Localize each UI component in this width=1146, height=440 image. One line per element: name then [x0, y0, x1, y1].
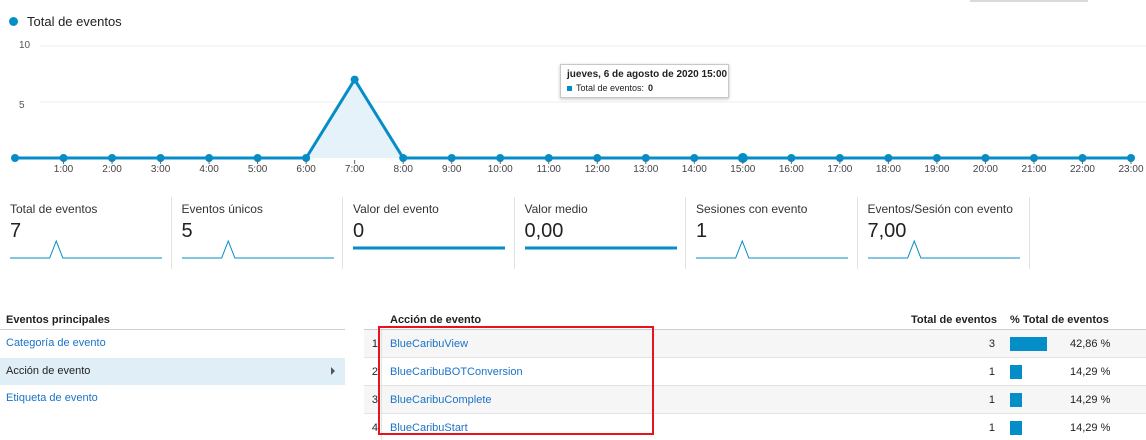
sparkline-path — [867, 239, 1020, 259]
dimension-item-action[interactable]: Acción de evento — [0, 357, 345, 385]
metric-label: Sesiones con evento — [696, 202, 808, 216]
metric-event-value[interactable]: Valor del evento 0 — [343, 197, 515, 269]
x-tick-label: 23:00 — [1118, 164, 1143, 175]
table-row: 2 BlueCaribuBOTConversion 1 14,29 % — [364, 358, 1146, 386]
x-tick-label: 17:00 — [827, 164, 852, 175]
sparkline-path — [10, 239, 162, 259]
x-tick-label: 5:00 — [248, 164, 268, 175]
metric-label: Valor del evento — [353, 202, 439, 216]
x-tick-label: 19:00 — [924, 164, 949, 175]
row-divider — [381, 414, 382, 440]
x-tick-label: 21:00 — [1021, 164, 1046, 175]
row-total: 3 — [988, 338, 995, 350]
row-action-link[interactable]: BlueCaribuBOTConversion — [390, 366, 523, 378]
dimension-item-label: Categoría de evento — [6, 337, 106, 349]
row-divider — [381, 358, 382, 385]
row-action-link[interactable]: BlueCaribuView — [390, 338, 468, 350]
tooltip-title: jueves, 6 de agosto de 2020 15:00 — [567, 69, 728, 80]
metric-unique-events[interactable]: Eventos únicos 5 — [172, 197, 343, 269]
column-header-pct[interactable]: % Total de eventos — [1010, 314, 1109, 326]
sparkline-path — [181, 239, 334, 259]
x-tick-label: 1:00 — [54, 164, 74, 175]
row-divider — [381, 386, 382, 413]
tooltip-row: Total de eventos: 0 — [567, 83, 722, 93]
x-tick-label: 12:00 — [585, 164, 610, 175]
x-tick-label: 18:00 — [876, 164, 901, 175]
row-total: 1 — [988, 394, 995, 406]
x-tick-label: 11:00 — [537, 164, 562, 175]
row-pct: 14,29 % — [1070, 422, 1111, 434]
row-divider — [381, 330, 382, 357]
dimension-item-label: Etiqueta de evento — [6, 392, 98, 404]
metric-sparkline — [867, 239, 1020, 259]
x-tick-label: 7:00 — [345, 164, 365, 175]
x-tick-label: 14:00 — [682, 164, 707, 175]
metric-sparkline — [10, 239, 162, 259]
data-point — [11, 154, 19, 162]
row-pct: 42,86 % — [1070, 338, 1111, 350]
row-index: 2 — [371, 366, 378, 378]
dimension-item-category[interactable]: Categoría de evento — [0, 330, 345, 358]
dimension-item-label-dim[interactable]: Etiqueta de evento — [0, 385, 345, 413]
metric-total-events[interactable]: Total de eventos 7 — [0, 197, 172, 269]
metric-label: Total de eventos — [10, 202, 98, 216]
x-tick-label: 15:00 — [730, 164, 755, 175]
table-row: 3 BlueCaribuComplete 1 14,29 % — [364, 386, 1146, 414]
sparkline-path — [696, 239, 848, 259]
row-pct-bar — [1010, 393, 1022, 407]
row-pct-bar — [1010, 421, 1022, 435]
row-index: 1 — [371, 338, 378, 350]
chevron-right-icon — [331, 366, 335, 375]
x-tick-label: 2:00 — [102, 164, 122, 175]
x-tick-label: 6:00 — [296, 164, 316, 175]
table-row: 4 BlueCaribuStart 1 14,29 % — [364, 414, 1146, 440]
dimension-item-label: Acción de evento — [6, 364, 91, 377]
metric-average-value[interactable]: Valor medio 0,00 — [515, 197, 686, 269]
column-header-action[interactable]: Acción de evento — [390, 314, 481, 326]
y-tick-label: 10 — [19, 40, 31, 51]
metric-sessions-with-event[interactable]: Sesiones con evento 1 — [686, 197, 858, 269]
row-pct-bar — [1010, 337, 1047, 351]
metrics-row: Total de eventos 7 Eventos únicos 5 Valo… — [0, 197, 1030, 269]
x-tick-label: 9:00 — [442, 164, 462, 175]
x-tick-label: 16:00 — [779, 164, 804, 175]
y-tick-label: 5 — [19, 100, 25, 111]
x-tick-label: 4:00 — [199, 164, 219, 175]
metric-label: Eventos únicos — [181, 202, 263, 216]
column-header-total[interactable]: Total de eventos — [911, 314, 997, 326]
row-total: 1 — [988, 366, 995, 378]
metric-sparkline — [524, 246, 677, 250]
x-tick-label: 20:00 — [973, 164, 998, 175]
x-tick-label: 8:00 — [393, 164, 413, 175]
row-pct: 14,29 % — [1070, 366, 1111, 378]
x-tick-label: 22:00 — [1070, 164, 1095, 175]
metric-sparkline — [181, 239, 334, 259]
row-index: 3 — [371, 394, 378, 406]
row-total: 1 — [988, 422, 995, 434]
row-pct: 14,29 % — [1070, 394, 1111, 406]
dimension-list: Eventos principales Categoría de evento … — [0, 310, 345, 413]
dimension-list-header: Eventos principales — [0, 310, 345, 330]
events-table: Acción de evento Total de eventos % Tota… — [364, 310, 1146, 440]
chart-tooltip: jueves, 6 de agosto de 2020 15:00 Total … — [560, 64, 729, 98]
metric-label: Valor medio — [524, 202, 588, 216]
x-tick-label: 10:00 — [488, 164, 513, 175]
data-point — [350, 75, 359, 84]
metric-sparkline — [696, 239, 848, 259]
tooltip-value: 0 — [648, 83, 654, 93]
row-action-link[interactable]: BlueCaribuComplete — [390, 394, 492, 406]
row-pct-bar — [1010, 365, 1022, 379]
table-header: Acción de evento Total de eventos % Tota… — [364, 310, 1146, 330]
metric-sparkline — [353, 246, 505, 250]
x-tick-label: 13:00 — [633, 164, 658, 175]
x-tick-label: 3:00 — [151, 164, 171, 175]
metric-events-per-session[interactable]: Eventos/Sesión con evento 7,00 — [858, 197, 1030, 269]
tooltip-label: Total de eventos: — [576, 83, 645, 93]
row-action-link[interactable]: BlueCaribuStart — [390, 422, 468, 434]
series-swatch-icon — [567, 85, 572, 91]
table-row: 1 BlueCaribuView 3 42,86 % — [364, 330, 1146, 358]
metric-label: Eventos/Sesión con evento — [867, 202, 1013, 216]
row-index: 4 — [371, 422, 378, 434]
